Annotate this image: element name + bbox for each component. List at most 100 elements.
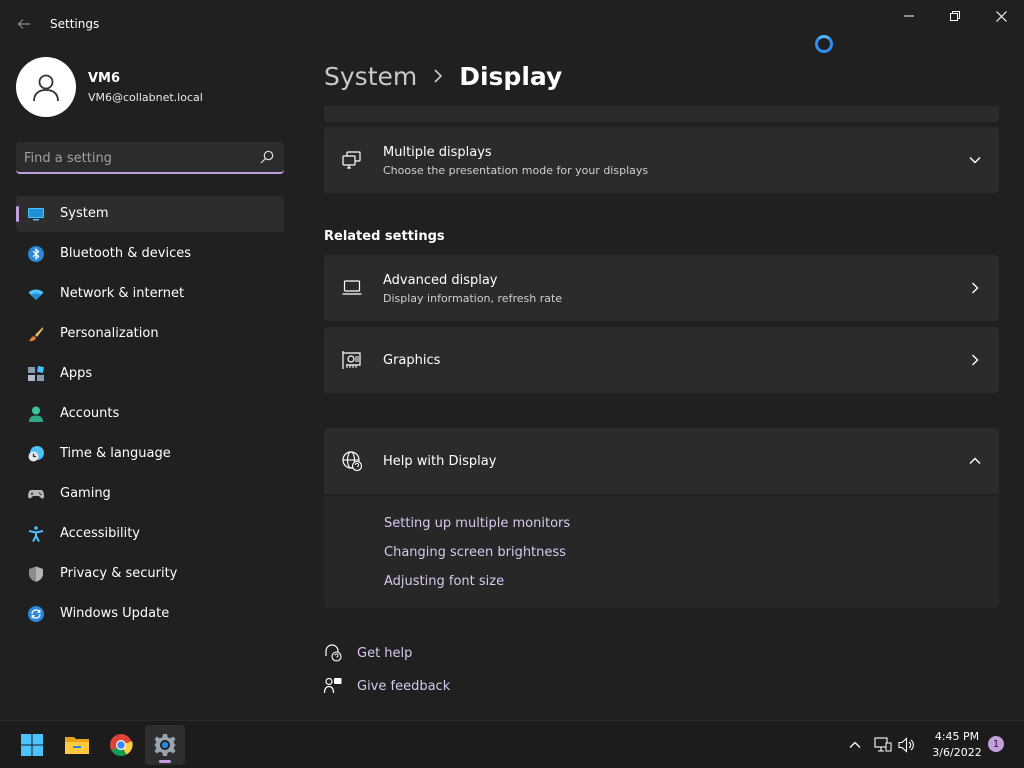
get-help-link[interactable]: Get help [324, 642, 412, 664]
advanced-display-card[interactable]: Advanced display Display information, re… [324, 255, 999, 321]
settings-app-button[interactable] [145, 725, 185, 765]
title-bar: Settings [0, 0, 1024, 53]
globe-help-icon [342, 451, 362, 471]
sidebar-item-bluetooth[interactable]: Bluetooth & devices [16, 236, 284, 272]
chrome-button[interactable] [101, 725, 141, 765]
get-help-label: Get help [357, 645, 413, 661]
chevron-up-icon[interactable] [969, 455, 981, 467]
restore-icon [950, 11, 960, 21]
chevron-down-icon[interactable] [969, 154, 981, 166]
sidebar-item-gaming[interactable]: Gaming [16, 476, 284, 512]
brush-icon [29, 327, 43, 342]
sidebar-item-label: Personalization [60, 326, 159, 341]
search-input[interactable] [24, 148, 244, 168]
sidebar-item-label: Apps [60, 366, 93, 381]
sidebar-item-label: Network & internet [60, 286, 185, 301]
multiple-displays-card[interactable]: Multiple displays Choose the presentatio… [324, 127, 999, 193]
show-hidden-icons-button[interactable] [844, 721, 866, 768]
accessibility-icon [28, 526, 44, 542]
help-link[interactable]: Adjusting font size [384, 574, 504, 589]
sidebar-item-label: Time & language [60, 446, 171, 461]
breadcrumb: System Display [324, 58, 562, 94]
sidebar-item-label: Windows Update [60, 606, 170, 621]
sidebar-item-network[interactable]: Network & internet [16, 276, 284, 312]
sidebar-nav: System Bluetooth & devices Network & int… [16, 196, 284, 636]
sidebar-item-apps[interactable]: Apps [16, 356, 284, 392]
close-button[interactable] [978, 0, 1024, 32]
minimize-button[interactable] [886, 0, 932, 32]
help-with-display-card[interactable]: Help with Display [324, 428, 999, 494]
chevron-right-icon [972, 354, 979, 366]
avatar [16, 57, 76, 117]
page-title: Display [459, 61, 563, 91]
apps-icon [28, 366, 44, 381]
minimize-icon [904, 15, 914, 17]
chevron-right-icon [434, 69, 443, 83]
sidebar-item-personalization[interactable]: Personalization [16, 316, 284, 352]
gamepad-icon [28, 490, 44, 499]
network-tray-button[interactable] [872, 721, 894, 768]
sidebar-item-windows-update[interactable]: Windows Update [16, 596, 284, 632]
arrow-left-icon [17, 19, 30, 29]
gear-icon [154, 734, 176, 756]
get-help-icon [325, 644, 342, 662]
clock-time: 4:45 PM [934, 730, 980, 743]
sidebar-item-accessibility[interactable]: Accessibility [16, 516, 284, 552]
card-subtitle: Choose the presentation mode for your di… [383, 164, 649, 177]
network-wired-icon [874, 737, 892, 752]
card-title: Multiple displays [383, 145, 492, 160]
card-title: Help with Display [383, 454, 497, 469]
file-explorer-button[interactable] [57, 725, 97, 765]
bluetooth-icon [28, 246, 44, 262]
taskbar: 4:45 PM 3/6/2022 [0, 720, 1024, 768]
restore-button[interactable] [932, 0, 978, 32]
notification-badge[interactable]: 1 [988, 736, 1004, 752]
search-icon[interactable] [260, 150, 274, 164]
sidebar-item-system[interactable]: System [16, 196, 284, 232]
volume-tray-button[interactable] [896, 721, 918, 768]
give-feedback-label: Give feedback [357, 678, 451, 694]
taskbar-clock[interactable]: 4:45 PM 3/6/2022 [926, 729, 988, 761]
loading-spinner-icon [815, 35, 833, 53]
laptop-icon [342, 280, 362, 295]
update-icon [28, 606, 44, 622]
graphics-card[interactable]: Graphics [324, 327, 999, 393]
breadcrumb-parent[interactable]: System [324, 62, 417, 91]
multiple-displays-icon [342, 151, 361, 169]
sidebar-item-time-language[interactable]: Time & language [16, 436, 284, 472]
profile-name: VM6 [88, 71, 121, 86]
window-title: Settings [50, 17, 100, 31]
shield-icon [29, 566, 43, 582]
feedback-icon [324, 677, 342, 694]
give-feedback-link[interactable]: Give feedback [324, 675, 450, 697]
chevron-right-icon [972, 282, 979, 294]
graphics-card-icon [342, 351, 361, 369]
wifi-icon [28, 289, 44, 300]
start-button[interactable] [12, 725, 52, 765]
scrolled-card [324, 106, 999, 122]
chevron-up-icon [849, 741, 861, 748]
help-links-panel: Setting up multiple monitors Changing sc… [324, 496, 999, 608]
close-icon [995, 10, 1007, 22]
windows-start-icon [21, 734, 43, 756]
back-button[interactable] [10, 12, 38, 36]
monitor-icon [28, 208, 44, 221]
card-title: Graphics [383, 353, 441, 368]
search-box[interactable] [16, 142, 284, 174]
sidebar-item-label: Accessibility [60, 526, 140, 541]
user-profile[interactable]: VM6 VM6@collabnet.local [16, 57, 296, 117]
clock-date: 3/6/2022 [932, 746, 982, 759]
folder-icon [65, 737, 89, 754]
card-title: Advanced display [383, 273, 498, 288]
sidebar-item-accounts[interactable]: Accounts [16, 396, 284, 432]
help-link[interactable]: Changing screen brightness [384, 545, 566, 560]
person-icon [33, 74, 59, 102]
related-settings-heading: Related settings [324, 229, 445, 244]
sidebar-item-label: Gaming [60, 486, 111, 501]
help-link[interactable]: Setting up multiple monitors [384, 516, 570, 531]
person-icon [29, 406, 43, 422]
sidebar-item-privacy[interactable]: Privacy & security [16, 556, 284, 592]
sidebar-item-label: Accounts [60, 406, 120, 421]
sidebar-item-label: System [60, 206, 109, 221]
clock-globe-icon [28, 446, 44, 462]
